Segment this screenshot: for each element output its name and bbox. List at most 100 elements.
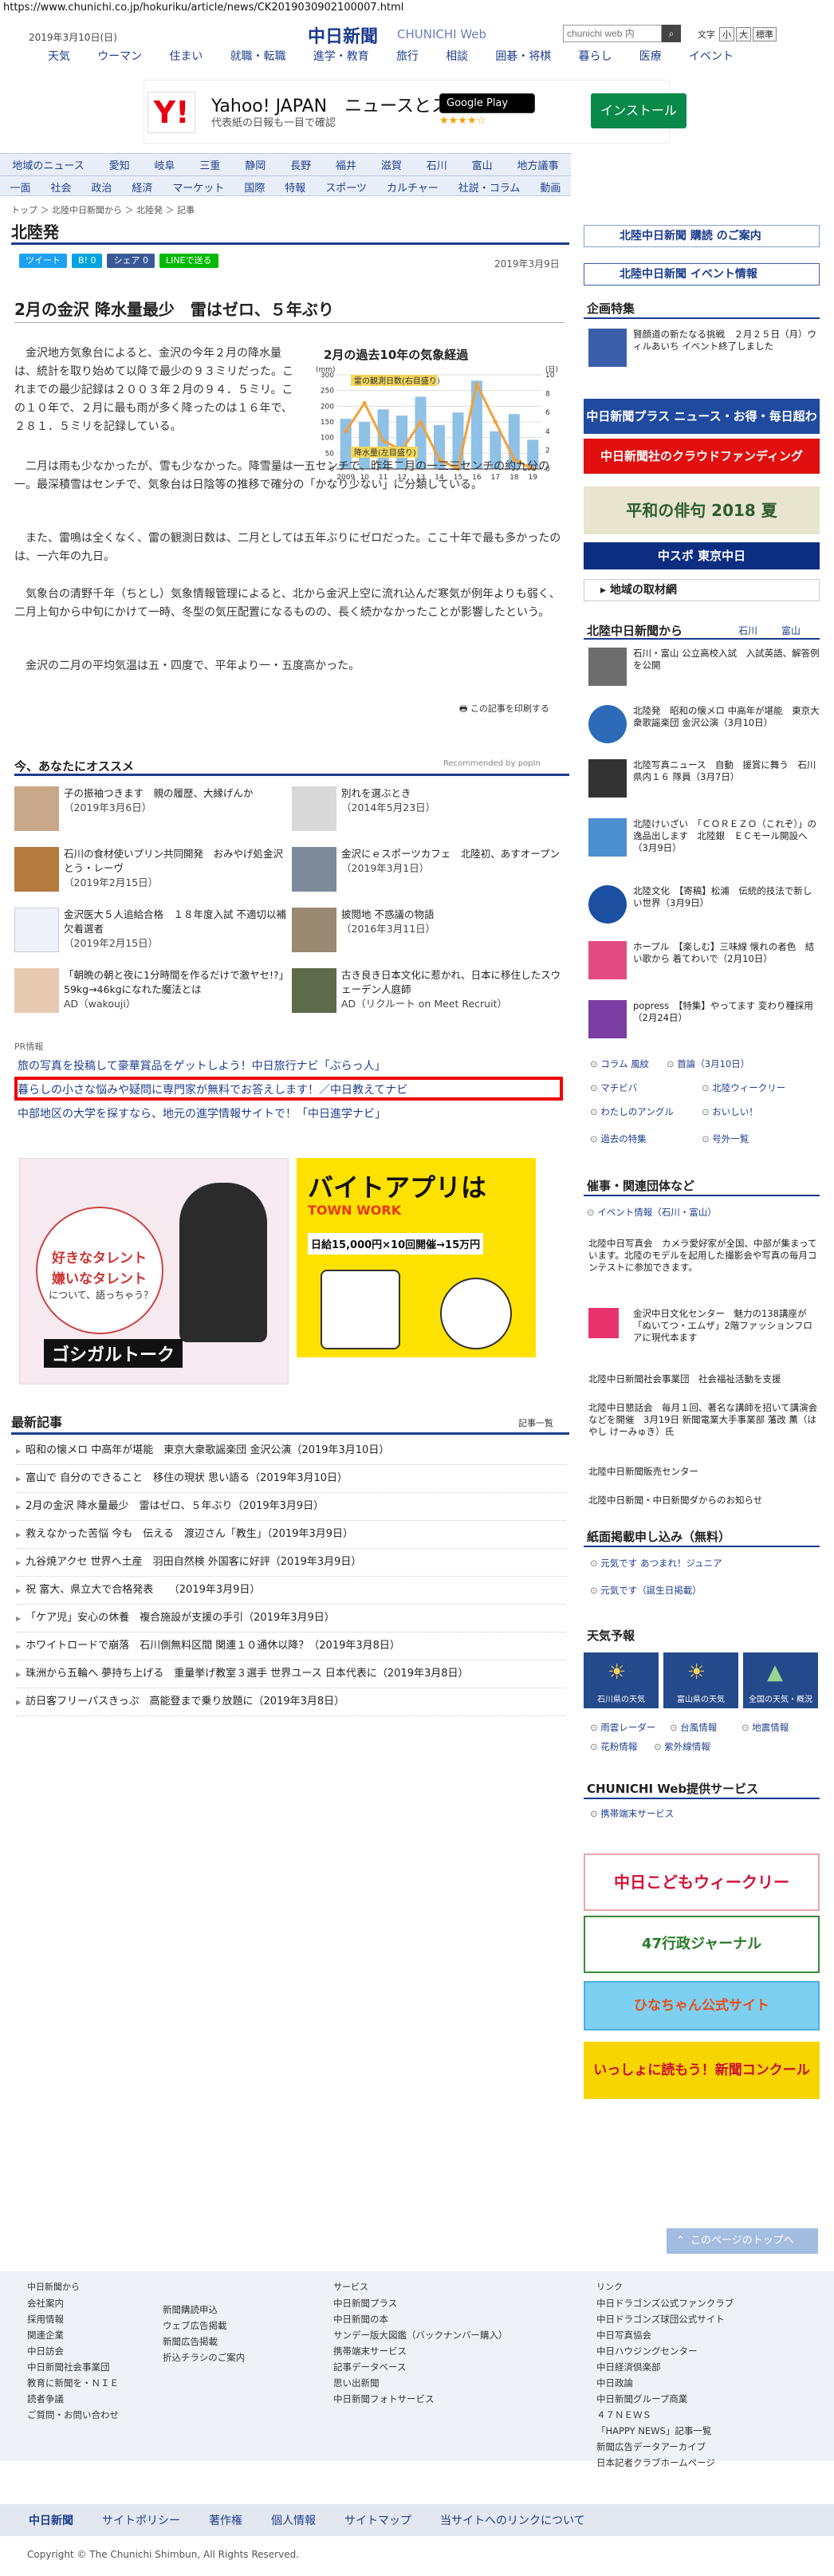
- footer-logo[interactable]: 中日新聞: [29, 2512, 73, 2528]
- footer-link[interactable]: 携帯端末サービス: [333, 2343, 508, 2359]
- regnav-culture[interactable]: カルチャー: [387, 179, 439, 195]
- footer-link[interactable]: 中日新聞グループ商業: [596, 2391, 734, 2407]
- footer-link[interactable]: 新聞広告掲載: [163, 2334, 245, 2350]
- hatena-bookmark-button[interactable]: B! 0: [72, 254, 103, 268]
- heiwa-haiku-ad[interactable]: 平和の俳句 2018 夏: [584, 486, 820, 534]
- regnav-gifu[interactable]: 岐阜: [155, 157, 175, 172]
- latest-article-link[interactable]: 救えなかった苦悩 今も 伝える 渡辺さん「教生」（2019年3月9日）: [16, 1521, 566, 1549]
- topnav-education[interactable]: 進学・教育: [313, 48, 369, 64]
- regnav-society[interactable]: 社会: [50, 179, 71, 195]
- kodomo-weekly-ad[interactable]: 中日こどもウィークリー: [584, 1853, 820, 1911]
- latest-article-link[interactable]: 訪日客フリーパスきっぷ 高能登まで乗り放題に（2019年3月8日）: [16, 1688, 566, 1716]
- recommend-item[interactable]: 金沢にｅスポーツカフェ 北陸初、あすオープン （2019年3月1日）: [292, 847, 563, 896]
- my-angle-link[interactable]: わたしのアングル: [590, 1105, 674, 1118]
- latest-article-link[interactable]: 富山で 自分のできること 移住の現状 思い語る（2019年3月10日）: [16, 1465, 566, 1493]
- footer-copyright-link[interactable]: 著作権: [209, 2512, 242, 2528]
- pr-link[interactable]: 暮らしの小さな悩みや疑問に専門家が無料でお答えします！／中日教えてナビ: [18, 1081, 407, 1097]
- gyosei-journal-ad[interactable]: 47行政ジャーナル: [584, 1916, 820, 1973]
- pollen-link[interactable]: 花粉情報: [590, 1740, 637, 1753]
- column-fumon-link[interactable]: コラム 風紋: [590, 1058, 649, 1070]
- extra-list-link[interactable]: 号外一覧: [702, 1132, 749, 1145]
- hokuriku-tab-toyama[interactable]: 富山: [781, 624, 801, 637]
- latest-article-link[interactable]: 祝 富大、県立大で合格発表 （2019年3月9日）: [16, 1577, 566, 1605]
- site-logo-sub[interactable]: CHUNICHI Web: [397, 27, 486, 41]
- tweet-button[interactable]: ツイート: [19, 254, 67, 268]
- gossip-talk-ad[interactable]: 好きなタレント 嫌いなタレント について、語っちゃう？ ゴシガルトーク: [19, 1158, 289, 1385]
- topnav-igo-shogi[interactable]: 囲碁・将棋: [495, 48, 551, 64]
- footer-link[interactable]: 「HAPPY NEWS」記事一覧: [596, 2423, 734, 2439]
- chuspo-ad[interactable]: 中スポ 東京中日: [584, 542, 820, 569]
- recommend-item[interactable]: 石川の食材使いプリン共同開発 おみやげ処金沢とう・レーヴ （2019年2月15日）: [14, 847, 285, 896]
- back-to-top-button[interactable]: ⌃ このページのトップへ: [667, 2228, 818, 2254]
- hokuriku-item[interactable]: 石川・富山 公立高校入試 入試英語、解答例を公開: [588, 648, 820, 687]
- footer-link[interactable]: 中日ドラゴンズ公式ファンクラブ: [596, 2295, 734, 2311]
- footer-link[interactable]: 新聞購読申込: [163, 2302, 245, 2318]
- topnav-consult[interactable]: 相談: [446, 48, 468, 64]
- weather-national-tile[interactable]: ▲ 全国の天気・概況: [743, 1652, 818, 1708]
- footer-link[interactable]: ４７ＮＥＷＳ: [596, 2407, 734, 2423]
- topnav-housing[interactable]: 住まい: [169, 48, 203, 64]
- footer-sitemap[interactable]: サイトマップ: [344, 2512, 411, 2528]
- footer-link[interactable]: 折込チラシのご案内: [163, 2350, 245, 2365]
- footer-link[interactable]: 中日政論: [596, 2375, 734, 2391]
- rain-radar-link[interactable]: 雨雲レーダー: [590, 1721, 655, 1734]
- event-item[interactable]: 北陸中日新聞社会事業団 社会福祉活動を支援: [588, 1373, 820, 1389]
- footer-link-policy[interactable]: 当サイトへのリンクについて: [440, 2512, 585, 2528]
- event-item[interactable]: 北陸中日新聞・中日新聞ダからのお知らせ: [588, 1495, 820, 1511]
- hokuriku-item[interactable]: popress 【特集】やってます 変わり種採用（2月24日）: [588, 1000, 820, 1040]
- site-logo[interactable]: 中日新聞: [308, 22, 378, 48]
- regnav-toyama[interactable]: 富山: [472, 157, 493, 172]
- regnav-market[interactable]: マーケット: [172, 179, 224, 195]
- breadcrumb[interactable]: トップ ＞ 北陸中日新聞から ＞ 北陸発 ＞ 記事: [11, 203, 195, 216]
- event-item[interactable]: 北陸中日懇話会 毎月１回、著名な講師を招いて講演会などを開催 3月19日 新聞電…: [588, 1402, 820, 1459]
- regnav-shiga[interactable]: 滋賀: [381, 157, 402, 172]
- footer-privacy[interactable]: 個人情報: [271, 2512, 316, 2528]
- chunichi-plus-ad[interactable]: 中日新聞プラス ニュース・お得・毎日超わくわく: [584, 399, 820, 459]
- earthquake-link[interactable]: 地震情報: [742, 1721, 789, 1734]
- regnav-nagano[interactable]: 長野: [290, 157, 311, 172]
- latest-article-link[interactable]: 珠洲から五輪へ 夢持ち上げる 重量挙げ教室３選手 世界ユース 日本代表に（201…: [16, 1660, 566, 1688]
- topnav-living[interactable]: 暮らし: [579, 48, 612, 64]
- pr-link[interactable]: 旅の写真を投稿して豪華賞品をゲットしよう！中日旅行ナビ「ぶらっ人」: [18, 1058, 386, 1073]
- topnav-medical[interactable]: 医療: [639, 48, 662, 64]
- typhoon-link[interactable]: 台風情報: [670, 1721, 717, 1734]
- event-item[interactable]: 金沢中日文化センター 魅力の138講座が「ぬいてつ・エムザ」2階ファッションフロ…: [588, 1308, 820, 1348]
- regnav-mie[interactable]: 三重: [199, 157, 220, 172]
- footer-link[interactable]: 会社案内: [27, 2295, 119, 2311]
- footer-link[interactable]: 読者争議: [27, 2391, 119, 2407]
- hinachan-ad[interactable]: ひなちゃん公式サイト: [584, 1981, 820, 2030]
- recommend-item[interactable]: 披閲地 不惑議の物語 （2016年3月11日）: [292, 908, 563, 957]
- event-item[interactable]: 北陸中日写真会 カメラ愛好家が全国、中部が集まっています。北陸のモデルを起用した…: [588, 1238, 820, 1289]
- line-share-button[interactable]: LINEで送る: [159, 254, 218, 268]
- footer-link[interactable]: サンデー版大図鑑（バックナンバー購入）: [333, 2327, 508, 2343]
- hokuriku-item[interactable]: 北陸発 昭和の懐メロ 中高年が堪能 東京大衆歌謡楽団 金沢公演（3月10日）: [588, 705, 820, 745]
- footer-link[interactable]: 中日訪会: [27, 2343, 119, 2359]
- topnav-travel[interactable]: 旅行: [396, 48, 419, 64]
- footer-link[interactable]: 中日経済倶楽部: [596, 2359, 734, 2375]
- install-button[interactable]: インストール: [591, 93, 686, 128]
- regnav-video[interactable]: 動画: [540, 179, 561, 195]
- column-date-link[interactable]: 首論（3月10日）: [667, 1058, 749, 1070]
- recommend-item[interactable]: 別れを選ぶとき （2014年5月23日）: [292, 786, 563, 836]
- recommend-item[interactable]: 金沢医大５人追給合格 １８年度入試 不適切以補欠着選者 （2019年2月15日）: [14, 908, 286, 957]
- hokuriku-item[interactable]: 北陸けいざい 「ＣＯＲＥＺＯ（これぞ）」の逸品出します 北陸銀 ＥＣモール開設へ…: [588, 818, 820, 858]
- hokuriku-weekly-link[interactable]: 北陸ウィークリー: [702, 1081, 785, 1094]
- footer-link[interactable]: ご質問・お問い合わせ: [27, 2407, 119, 2423]
- print-article-link[interactable]: 🖶 この記事を印刷する: [459, 702, 549, 717]
- font-standard-button[interactable]: 標準: [753, 27, 777, 41]
- recommend-item[interactable]: 古き良き日本文化に惹かれ、日本に移住したスウェーデン人庭師 AD（リクルート on…: [292, 968, 563, 1018]
- footer-link[interactable]: 新聞広告データアーカイブ: [596, 2439, 734, 2455]
- regnav-front[interactable]: 一面: [10, 179, 30, 195]
- footer-link[interactable]: 記事データベース: [333, 2359, 508, 2375]
- recommend-item[interactable]: 「朝晩の朝と夜に1分時間を作るだけで激ヤセ!?」59kg→46kgになれた魔法と…: [14, 968, 285, 1018]
- font-large-button[interactable]: 大: [736, 27, 751, 41]
- weather-toyama-tile[interactable]: ☀ 富山県の天気: [663, 1652, 738, 1708]
- topnav-weather[interactable]: 天気: [48, 48, 70, 64]
- footer-link[interactable]: 中日ドラゴンズ球団公式サイト: [596, 2311, 734, 2327]
- regnav-international[interactable]: 国際: [244, 179, 265, 195]
- latest-more-link[interactable]: 記事一覧: [518, 1416, 553, 1429]
- latest-article-link[interactable]: 九谷焼アクセ 世界へ土産 羽田自然検 外国客に好評（2019年3月9日）: [16, 1549, 566, 1577]
- crowdfunding-ad[interactable]: 中日新聞社のクラウドファンディング: [584, 439, 820, 474]
- search-input[interactable]: [563, 25, 662, 42]
- footer-link[interactable]: 教育に新聞を・ＮＩＥ: [27, 2375, 119, 2391]
